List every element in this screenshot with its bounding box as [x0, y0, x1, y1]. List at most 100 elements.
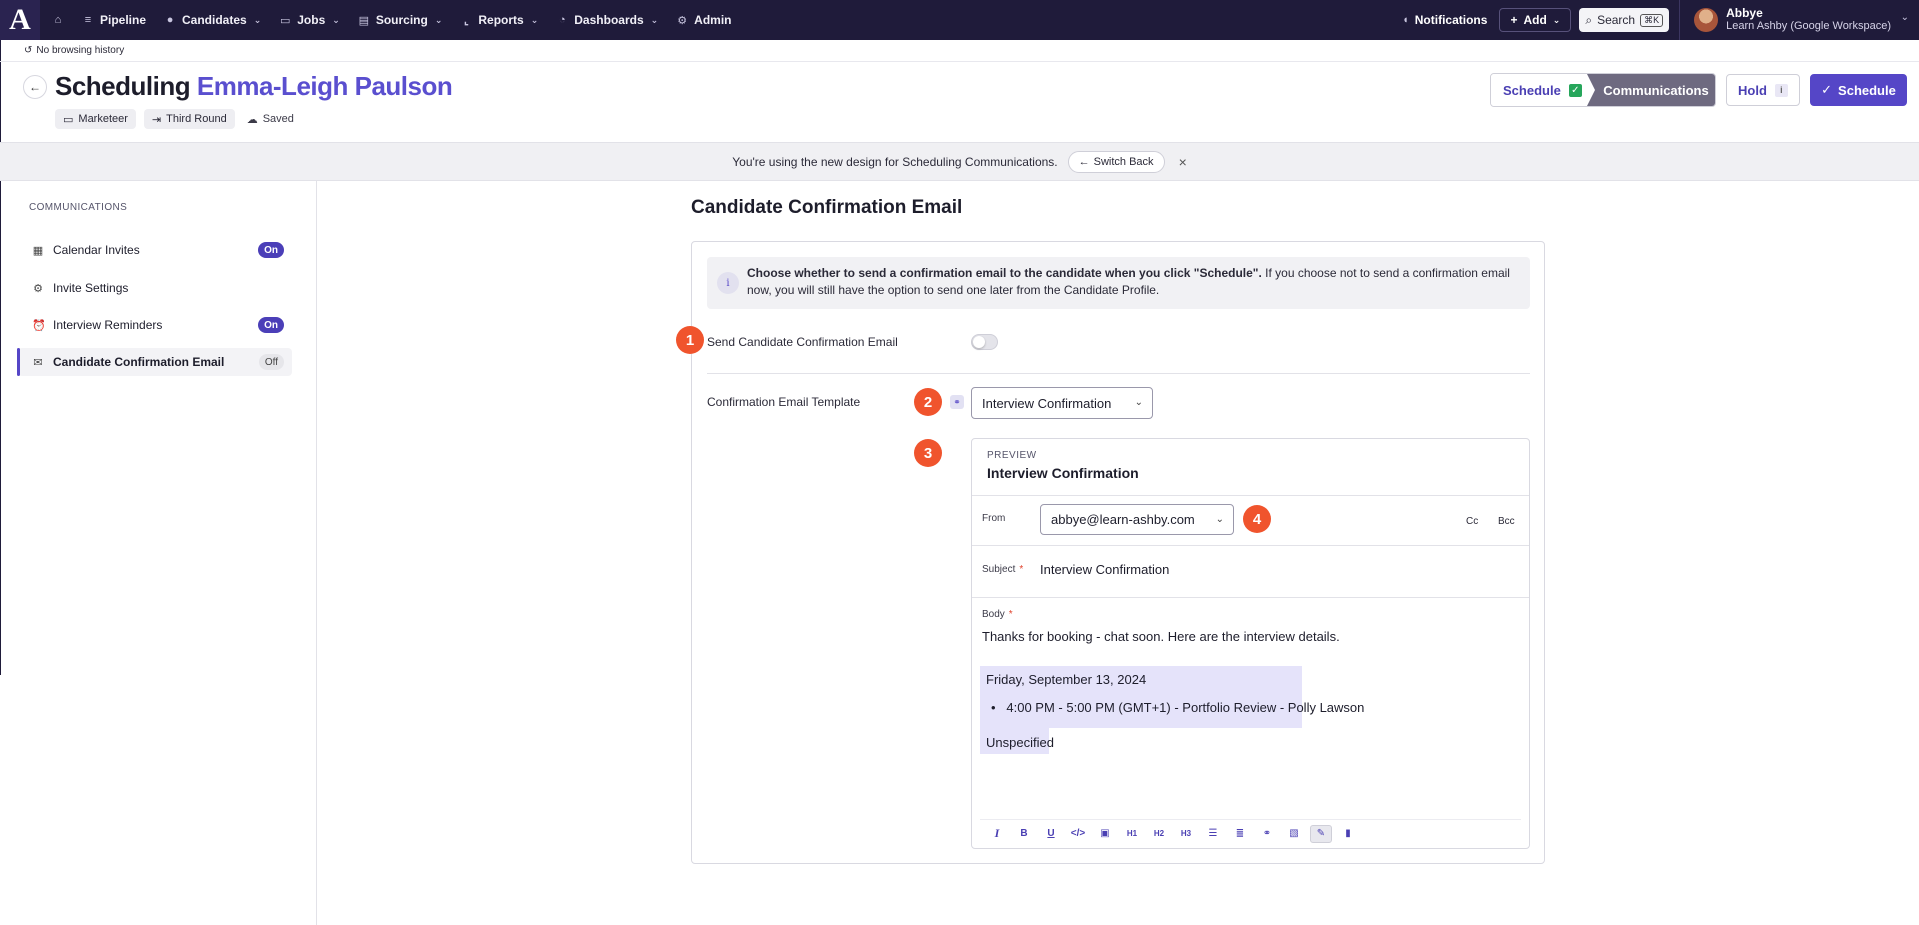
sourcing-icon: ▤	[358, 14, 370, 27]
info-callout: i Choose whether to send a confirmation …	[707, 257, 1530, 309]
divider	[972, 495, 1529, 496]
sidebar-item-invite-settings[interactable]: ⚙ Invite Settings	[18, 274, 292, 302]
add-label: Add	[1523, 13, 1547, 27]
nav-candidates[interactable]: ● Candidates ⌄	[155, 0, 270, 40]
signature-icon[interactable]: ✎	[1310, 824, 1332, 843]
step-marker-2: 2	[914, 388, 942, 416]
ordered-list-icon[interactable]: ☰	[1202, 825, 1224, 843]
sidebar-item-label: Invite Settings	[53, 281, 129, 295]
nav-admin[interactable]: ⚙ Admin	[667, 0, 740, 40]
envelope-icon: ✉	[33, 356, 43, 369]
sidebar-item-candidate-confirmation-email[interactable]: ✉ Candidate Confirmation Email Off	[17, 348, 292, 376]
heading-2-icon[interactable]: H2	[1148, 825, 1170, 843]
notifications-button[interactable]: ◖ Notifications	[1390, 13, 1499, 27]
hold-label: Hold	[1738, 82, 1767, 98]
switch-back-label: Switch Back	[1093, 155, 1154, 168]
user-name: Abbye	[1726, 6, 1763, 20]
heading-1-icon[interactable]: H1	[1121, 825, 1143, 843]
editor-toolbar: I B U </> ▣ H1 H2 H3 ☰ ≣ ⚭ ▧ ✎ ▮	[980, 819, 1521, 847]
code-icon[interactable]: </>	[1067, 825, 1089, 843]
top-navigation: A ⌂ ≡ Pipeline ● Candidates ⌄ ▭ Jobs ⌄ ▤…	[0, 0, 1919, 40]
calendar-icon: ▦	[32, 244, 44, 257]
gear-icon: ⚙	[33, 282, 43, 295]
step-schedule[interactable]: Schedule ✓	[1491, 74, 1591, 106]
body-editor-text[interactable]: Thanks for booking - chat soon. Here are…	[982, 629, 1340, 644]
chevron-down-icon: ⌄	[1134, 397, 1143, 408]
insert-file-icon[interactable]: ▧	[1283, 825, 1305, 843]
sidebar-item-label: Interview Reminders	[53, 318, 163, 332]
from-select-value: abbye@learn-ashby.com	[1051, 512, 1195, 527]
cc-button[interactable]: Cc	[1466, 516, 1478, 527]
nav-reports[interactable]: ⌞ Reports ⌄	[451, 0, 547, 40]
nav-pipeline-label: Pipeline	[100, 13, 147, 27]
status-badge: On	[258, 317, 284, 333]
job-chip[interactable]: ▭ Marketeer	[55, 109, 136, 129]
code-block-icon[interactable]: ▣	[1094, 825, 1116, 843]
link-icon[interactable]: ⚭	[950, 395, 964, 409]
bullet-list-icon[interactable]: ≣	[1229, 825, 1251, 843]
search-label: Search	[1597, 13, 1636, 27]
chevron-down-icon: ⌄	[530, 14, 539, 25]
underline-icon[interactable]: U	[1040, 825, 1062, 843]
interview-slot: • 4:00 PM - 5:00 PM (GMT+1) - Portfolio …	[991, 700, 1365, 715]
step-communications[interactable]: Communications	[1587, 74, 1715, 106]
browsing-history[interactable]: ↺ No browsing history	[0, 40, 1919, 62]
interview-date: Friday, September 13, 2024	[986, 672, 1147, 687]
step-marker-1: 1	[676, 326, 704, 354]
from-label: From	[982, 513, 1006, 524]
candidate-name-link[interactable]: Emma-Leigh Paulson	[197, 71, 453, 101]
email-preview: PREVIEW Interview Confirmation From abby…	[971, 438, 1530, 849]
nav-dashboards-label: Dashboards	[574, 13, 644, 27]
title-prefix: Scheduling	[55, 71, 191, 101]
user-menu[interactable]: Abbye Learn Ashby (Google Workspace) ⌄	[1679, 0, 1919, 40]
briefcase-icon: ▭	[63, 113, 74, 126]
heading-3-icon[interactable]: H3	[1175, 825, 1197, 843]
stage-chip[interactable]: ⇥ Third Round	[143, 109, 235, 129]
home-button[interactable]: ⌂	[40, 0, 73, 40]
link-icon[interactable]: ⚭	[1256, 825, 1278, 843]
nav-pipeline[interactable]: ≡ Pipeline	[73, 0, 155, 40]
bold-icon[interactable]: B	[1013, 825, 1035, 843]
info-icon: i	[717, 272, 739, 294]
chevron-down-icon: ⌄	[1552, 14, 1561, 25]
switch-back-button[interactable]: ← Switch Back	[1067, 150, 1165, 173]
sidebar-item-calendar-invites[interactable]: ▦ Calendar Invites On	[18, 236, 292, 264]
required-marker: *	[1019, 564, 1024, 575]
back-button[interactable]: ←	[23, 75, 47, 99]
subject-field[interactable]: Interview Confirmation	[1040, 562, 1169, 577]
nav-jobs-label: Jobs	[297, 13, 326, 27]
chevron-down-icon: ⌄	[332, 14, 340, 25]
bcc-button[interactable]: Bcc	[1498, 516, 1515, 527]
from-select[interactable]: abbye@learn-ashby.com ⌄	[1040, 504, 1234, 535]
italic-icon[interactable]: I	[986, 825, 1008, 843]
nav-reports-label: Reports	[478, 13, 524, 27]
subject-label-text: Subject	[982, 564, 1016, 575]
home-icon: ⌂	[54, 14, 62, 26]
nav-jobs[interactable]: ▭ Jobs ⌄	[270, 0, 349, 40]
plus-icon: +	[1510, 13, 1518, 27]
design-banner: You're using the new design for Scheduli…	[0, 142, 1919, 181]
template-select[interactable]: Interview Confirmation ⌄	[971, 387, 1153, 419]
interview-slot-text: 4:00 PM - 5:00 PM (GMT+1) - Portfolio Re…	[1006, 700, 1365, 715]
chevron-down-icon: ⌄	[650, 14, 659, 25]
close-icon[interactable]: ×	[1179, 154, 1187, 170]
divider	[707, 373, 1530, 374]
add-button[interactable]: + Add ⌄	[1499, 8, 1572, 32]
saved-label: Saved	[262, 113, 294, 125]
history-label: No browsing history	[36, 45, 125, 56]
search-button[interactable]: ⌕ Search ⌘K	[1579, 8, 1670, 32]
status-badge: On	[258, 242, 284, 258]
hold-button[interactable]: Hold i	[1726, 74, 1800, 106]
nav-sourcing-label: Sourcing	[375, 13, 428, 27]
nav-sourcing[interactable]: ▤ Sourcing ⌄	[349, 0, 452, 40]
nav-dashboards[interactable]: ◔ Dashboards ⌄	[547, 0, 667, 40]
schedule-button[interactable]: ✓ Schedule	[1810, 74, 1907, 106]
sidebar-item-interview-reminders[interactable]: ⏰ Interview Reminders On	[18, 311, 292, 339]
gauge-icon: ◔	[558, 14, 566, 26]
info-text: Choose whether to send a confirmation em…	[747, 265, 1527, 299]
send-confirmation-toggle[interactable]	[971, 334, 998, 350]
document-icon[interactable]: ▮	[1337, 825, 1359, 843]
saved-status: ☁ Saved	[243, 113, 294, 126]
ashby-logo[interactable]: A	[0, 0, 40, 40]
history-icon: ↺	[24, 45, 33, 56]
